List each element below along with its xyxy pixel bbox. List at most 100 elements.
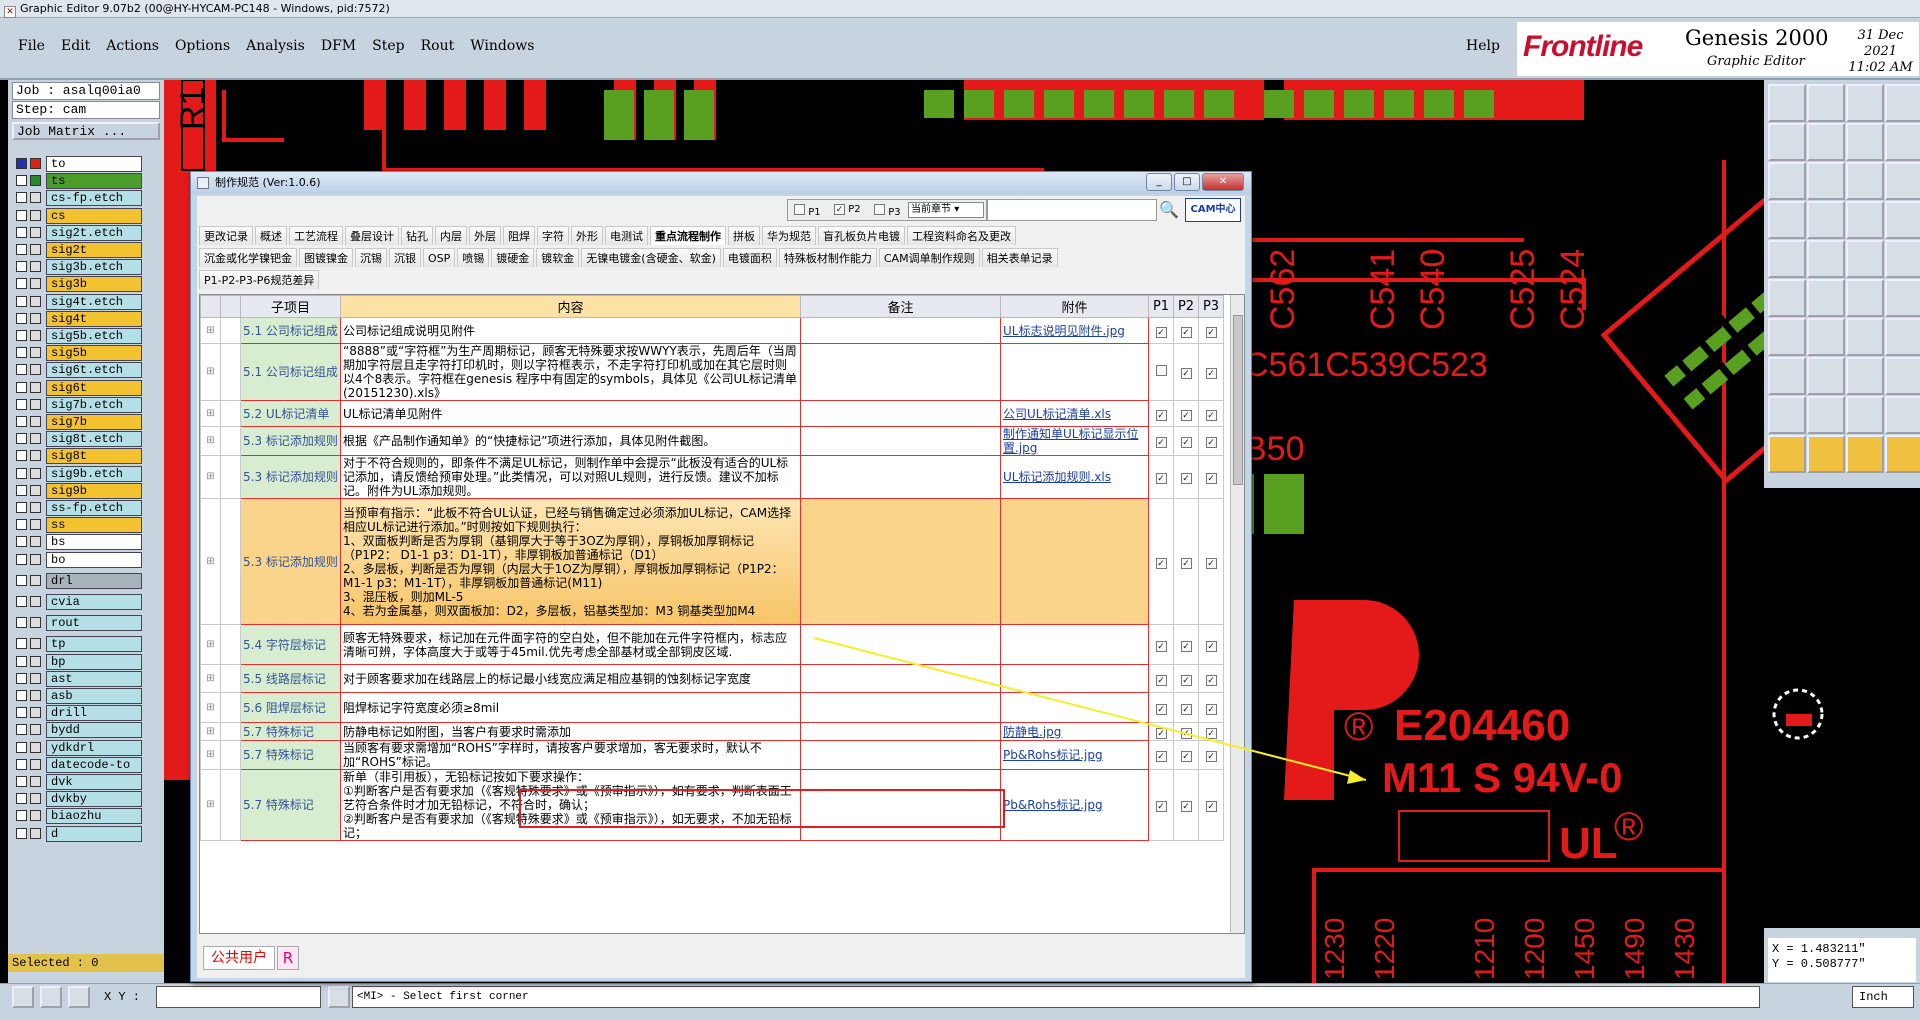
tab-tabs_row3-0[interactable]: P1-P2-P3-P6规范差异 — [199, 270, 320, 289]
layer-row[interactable]: sig7b — [14, 414, 142, 430]
layer-color-swatch[interactable] — [30, 330, 41, 341]
table-row[interactable]: ⊞ 5.5 线路层标记 对于顾客要求加在线路层上的标记最小线宽应满足相应基铜的蚀刻标… — [200, 664, 1224, 693]
layer-checkbox[interactable] — [16, 398, 27, 410]
row-p1[interactable]: ✓ — [1148, 498, 1174, 625]
row-p1-checkbox[interactable]: ✓ — [1155, 473, 1167, 484]
row-p2[interactable]: ✓ — [1173, 455, 1199, 499]
p1-filter-checkbox[interactable] — [794, 204, 805, 215]
mirror-icon[interactable] — [1885, 318, 1920, 356]
layer-row[interactable]: dvk — [14, 774, 142, 790]
connect-icon[interactable] — [1846, 279, 1884, 317]
layer-color-swatch[interactable] — [30, 617, 41, 629]
row-expander[interactable]: ⊞ — [200, 343, 221, 401]
tab-tabs_row1-15[interactable]: 工程资料命名及更改 — [907, 226, 1016, 245]
ruler-icon[interactable] — [1885, 240, 1920, 278]
snap-icon[interactable] — [12, 986, 34, 1008]
row-p3-checkbox[interactable]: ✓ — [1205, 703, 1217, 715]
layer-name[interactable]: ss — [46, 517, 142, 534]
layer-name[interactable]: sig9b.etch — [46, 465, 142, 482]
info-icon[interactable] — [328, 986, 350, 1008]
layer-color-swatch[interactable] — [30, 158, 41, 169]
row-expander[interactable]: ⊞ — [200, 692, 221, 723]
layer-checkbox[interactable] — [16, 295, 27, 307]
layer-color-swatch[interactable] — [30, 793, 41, 805]
minimize-button[interactable]: _ — [1146, 173, 1172, 191]
row-p2[interactable]: ✓ — [1173, 343, 1199, 401]
layer-row[interactable]: ss — [14, 517, 142, 534]
layer-checkbox[interactable] — [16, 209, 27, 221]
layer-name[interactable]: bydd — [46, 722, 142, 739]
layer-name[interactable]: sig3b — [46, 276, 142, 293]
layer-color-swatch[interactable] — [30, 655, 41, 667]
layer-color-swatch[interactable] — [30, 209, 41, 221]
row-p1[interactable] — [1148, 343, 1174, 401]
row-expander[interactable]: ⊞ — [200, 498, 221, 625]
zoom-icon[interactable] — [1807, 162, 1845, 200]
row-p3[interactable]: ✓ — [1198, 426, 1224, 456]
merge-icon[interactable] — [1885, 357, 1920, 395]
layer-row[interactable]: sig5b.etch — [14, 328, 142, 344]
row-p1-checkbox[interactable]: ✓ — [1155, 640, 1167, 652]
row-attachment[interactable] — [1000, 692, 1149, 723]
layer-color-swatch[interactable] — [30, 278, 41, 290]
row-p3-checkbox[interactable]: ✓ — [1205, 326, 1217, 338]
layer-name[interactable]: sig6t.etch — [46, 362, 142, 379]
layer-checkbox[interactable] — [16, 175, 27, 187]
scale-icon[interactable] — [1846, 162, 1884, 200]
row-p2-checkbox[interactable]: ✓ — [1180, 473, 1192, 484]
row-p1[interactable]: ✓ — [1148, 769, 1174, 841]
tab-tabs_row1-12[interactable]: 拼板 — [728, 226, 760, 245]
row-p2[interactable]: ✓ — [1173, 664, 1199, 693]
layer-row[interactable]: bp — [14, 653, 142, 670]
close-button[interactable]: ✕ — [1202, 173, 1244, 191]
layer-color-swatch[interactable] — [30, 596, 41, 607]
table-row[interactable]: ⊞ 5.6 阻焊层标记 阻焊标记字符宽度必须≥8mil ✓ ✓ ✓ — [200, 692, 1224, 723]
layer-name[interactable]: sig6t — [46, 379, 142, 396]
layer-row[interactable]: sig2t — [14, 242, 142, 258]
layer-color-swatch[interactable] — [30, 690, 41, 701]
layer-color-swatch[interactable] — [30, 810, 41, 822]
layer-name[interactable]: sig3b.etch — [46, 259, 142, 276]
layer-name[interactable]: biaozhu — [46, 808, 142, 825]
pad-icon[interactable] — [1768, 279, 1806, 317]
open-icon[interactable] — [1768, 84, 1806, 122]
row-p2[interactable]: ✓ — [1173, 498, 1199, 625]
row-attachment[interactable] — [1000, 498, 1149, 625]
vertical-scrollbar[interactable] — [1230, 295, 1244, 933]
layer-checkbox[interactable] — [16, 758, 27, 770]
layer-row[interactable]: sig3b — [14, 276, 142, 293]
layer-row[interactable]: rout — [14, 615, 142, 632]
layer-name[interactable]: sig7b.etch — [46, 396, 142, 413]
tab-tabs_row1-14[interactable]: 盲孔板负片电镀 — [818, 226, 905, 245]
layer-checkbox[interactable] — [16, 192, 27, 204]
row-p1[interactable]: ✓ — [1148, 426, 1174, 456]
scroll-thumb[interactable] — [1233, 315, 1243, 485]
table-row[interactable]: ⊞ 5.3 标记添加规则 对于不符合规则的，即条件不满足UL标记，则制作单中会提示“… — [200, 455, 1224, 499]
layer-name[interactable]: sig5b.etch — [46, 328, 142, 344]
lock-icon[interactable] — [68, 986, 90, 1008]
row-p3-checkbox[interactable]: ✓ — [1205, 801, 1217, 812]
row-p1[interactable]: ✓ — [1148, 722, 1174, 741]
layer-row[interactable]: cs — [14, 207, 142, 224]
row-p1[interactable]: ✓ — [1148, 664, 1174, 693]
row-p3[interactable]: ✓ — [1198, 692, 1224, 723]
save-icon[interactable] — [1807, 84, 1845, 122]
layer-row[interactable]: sig4t.etch — [14, 293, 142, 310]
cut-icon[interactable] — [1846, 240, 1884, 278]
row-p3[interactable]: ✓ — [1198, 769, 1224, 841]
layers-icon[interactable] — [1846, 201, 1884, 239]
row-expander[interactable]: ⊞ — [200, 769, 221, 841]
layer-color-swatch[interactable] — [30, 758, 41, 770]
layer-row[interactable]: sig7b.etch — [14, 396, 142, 413]
layer-name[interactable]: sig7b — [46, 414, 142, 430]
layer-checkbox[interactable] — [16, 244, 27, 255]
search-input[interactable] — [987, 199, 1157, 221]
select-icon[interactable] — [1768, 240, 1806, 278]
fit-icon[interactable] — [1768, 162, 1806, 200]
menu-rout[interactable]: Rout — [421, 38, 455, 54]
row-p2-checkbox[interactable]: ✓ — [1180, 326, 1192, 338]
layer-row[interactable]: datecode-to — [14, 756, 142, 773]
print-icon[interactable] — [1885, 84, 1920, 122]
layer-checkbox[interactable] — [16, 416, 27, 427]
layer-row[interactable]: sig9b — [14, 482, 142, 499]
